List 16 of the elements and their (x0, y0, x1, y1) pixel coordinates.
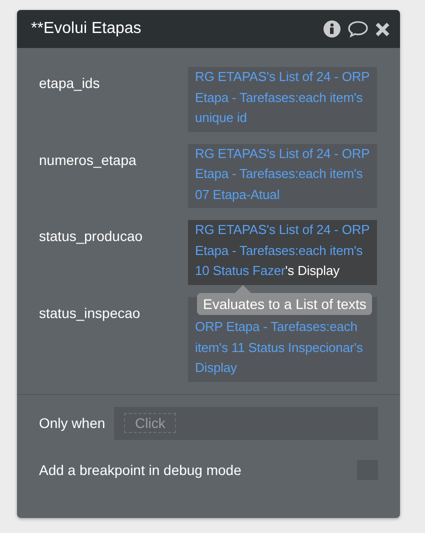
condition-label: Only when (39, 415, 106, 431)
expression-field[interactable]: RG ETAPAS's List of 24 - ORP Etapa - Tarefases:each item's 07 Etapa-Atual (188, 144, 377, 208)
comment-icon[interactable] (347, 20, 369, 38)
expression-field[interactable]: RG ETAPAS's List of 24 - ORP Etapa - Tarefases:each item's 10 Status Fazer's Display (188, 220, 377, 284)
parameter-label: etapa_ids (39, 74, 101, 91)
close-icon[interactable] (375, 22, 390, 36)
info-icon[interactable] (323, 20, 341, 38)
condition-field[interactable]: Click (114, 406, 378, 440)
window-title: **Evolui Etapas (31, 20, 142, 38)
expression-field[interactable]: RG ETAPAS's List of 24 - ORP Etapa - Tarefases:each item's unique id (188, 67, 377, 132)
parameter-label: status_producao (39, 227, 144, 244)
parameter-label: status_inspecao (39, 304, 142, 320)
click-placeholder[interactable]: Click (124, 413, 176, 433)
tooltip: Evaluates to a List of texts (197, 284, 372, 314)
breakpoint-label: Add a breakpoint in debug mode (39, 462, 242, 478)
parameter-label: numeros_etapa (39, 150, 138, 168)
